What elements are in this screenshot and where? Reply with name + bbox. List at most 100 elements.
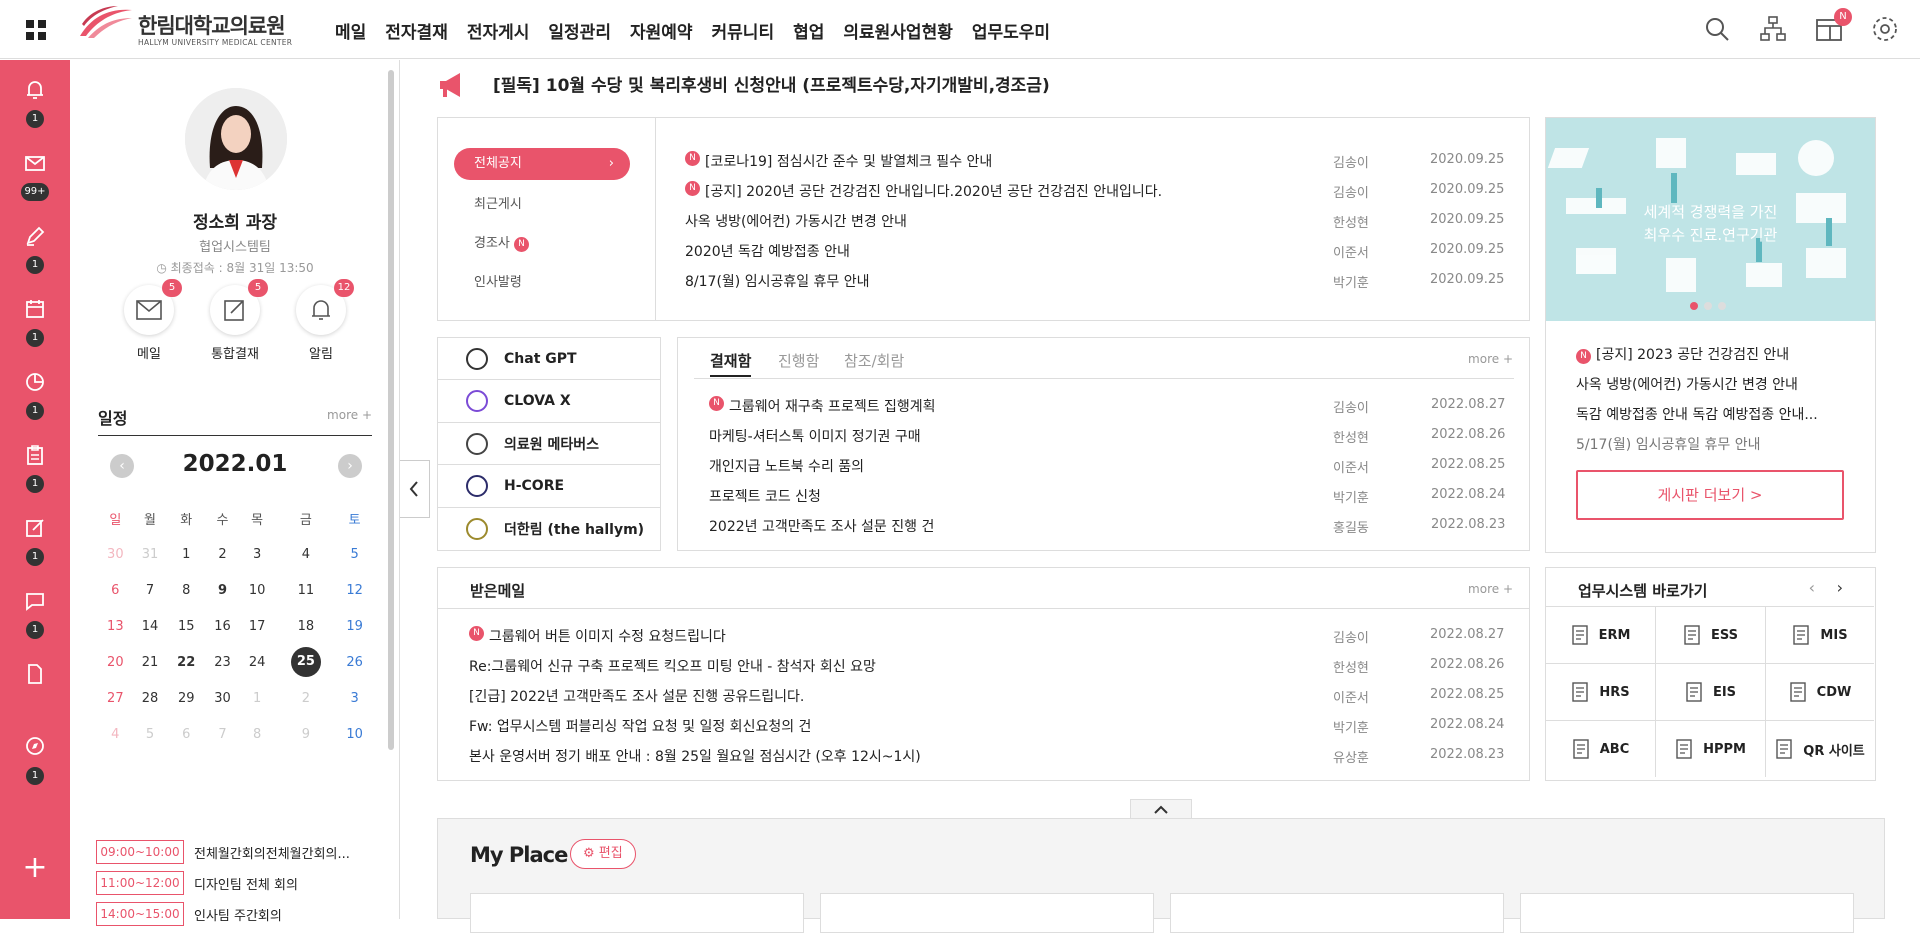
tab-recent[interactable]: 최근게시 [474,193,522,212]
calendar-day[interactable]: 6 [98,572,133,608]
tab-reference[interactable]: 참조/회람 [844,350,904,371]
nav-item-community[interactable]: 커뮤니티 [712,18,775,43]
calendar-day[interactable]: 20 [98,644,133,680]
banner-list-item[interactable]: 5/17(월) 임시공휴일 휴무 안내 [1576,434,1761,454]
quickbar-item[interactable]: 1 [0,370,70,420]
shortcut-item[interactable]: Chat GPT [438,338,660,380]
calendar-day[interactable]: 9 [274,716,337,752]
quick-mail[interactable]: 5 메일 [124,279,182,362]
nav-item-help[interactable]: 업무도우미 [972,18,1050,43]
notice-title[interactable]: [필독] 10월 수당 및 복리후생비 신청안내 (프로젝트수당,자기개발비,경… [493,71,1050,96]
myplace-card[interactable] [1170,893,1504,933]
list-item-title[interactable]: 마케팅-셔터스톡 이미지 정기권 구매 [709,426,1229,446]
calendar-day[interactable]: 3 [240,536,275,572]
tab-approval-box[interactable]: 결재함 [710,350,752,377]
tab-in-progress[interactable]: 진행함 [778,350,819,371]
nav-item-mail[interactable]: 메일 [335,18,366,43]
nav-item-resource[interactable]: 자원예약 [630,18,693,43]
calendar-day[interactable]: 27 [98,680,133,716]
board-more-button[interactable]: 게시판 더보기 > [1576,470,1844,520]
calendar-day[interactable]: 30 [98,536,133,572]
calendar-day[interactable]: 2 [274,680,337,716]
shortcut-item[interactable]: 더한림 (the hallym) [438,508,660,550]
event-item[interactable]: 11:00~12:00 디자인팀 전체 회의 [96,871,364,895]
list-item-title[interactable]: Re:그룹웨어 신규 구축 프로젝트 킥오프 미팅 안내 - 참석자 회신 요망 [469,656,1169,676]
myplace-edit-button[interactable]: ⚙ 편집 [570,839,636,869]
quickbar-item[interactable]: 1 [0,78,70,128]
quickbar-item[interactable]: 99+ [0,151,70,201]
next-month-button[interactable]: › [338,454,362,478]
quickbar-item[interactable]: 1 [0,297,70,347]
list-item-title[interactable]: N [공지] 2020년 공단 건강검진 안내입니다.2020년 공단 건강검진 … [685,181,1285,201]
list-item-title[interactable]: 개인지급 노트북 수리 품의 [709,456,1229,476]
calendar-day[interactable]: 18 [274,608,337,644]
list-item-title[interactable]: 2022년 고객만족도 조사 설문 진행 건 [709,516,1229,536]
system-link[interactable]: HPPM [1656,720,1766,777]
calendar-day[interactable]: 16 [205,608,240,644]
list-item-title[interactable]: 본사 운영서버 정기 배포 안내 : 8월 25일 월요일 점심시간 (오후 1… [469,746,1169,766]
system-link[interactable]: MIS [1766,606,1874,663]
calendar-day[interactable]: 1 [167,536,205,572]
calendar-day[interactable]: 31 [133,536,168,572]
system-link[interactable]: ABC [1546,720,1656,777]
calendar-day[interactable]: 10 [240,572,275,608]
calendar-day[interactable]: 3 [337,680,372,716]
calendar-widget-icon[interactable]: N [1814,8,1852,44]
calendar-day[interactable]: 25 [274,644,337,680]
calendar-day[interactable]: 29 [167,680,205,716]
calendar-day[interactable]: 7 [133,572,168,608]
shortcut-item[interactable]: H-CORE [438,466,660,508]
calendar-day[interactable]: 6 [167,716,205,752]
banner-list-item[interactable]: 사옥 냉방(에어컨) 가동시간 변경 안내 [1576,374,1798,394]
calendar-day[interactable]: 13 [98,608,133,644]
banner-list-item[interactable]: 독감 예방접종 안내 독감 예방접종 안내... [1576,404,1818,424]
calendar-day[interactable]: 2 [205,536,240,572]
org-chart-icon[interactable] [1758,14,1788,44]
calendar-day[interactable]: 8 [167,572,205,608]
nav-item-schedule[interactable]: 일정관리 [548,18,611,43]
quickbar-item[interactable]: 1 [0,516,70,566]
calendar-day[interactable]: 1 [240,680,275,716]
calendar-day[interactable]: 14 [133,608,168,644]
mail-more[interactable]: more + [1468,582,1513,596]
approval-more[interactable]: more + [1468,352,1513,366]
nav-item-approval[interactable]: 전자결재 [385,18,448,43]
calendar-day[interactable]: 5 [133,716,168,752]
quickbar-item[interactable]: 1 [0,224,70,274]
calendar-day[interactable]: 17 [240,608,275,644]
calendar-day[interactable]: 30 [205,680,240,716]
nav-item-board[interactable]: 전자게시 [467,18,530,43]
banner-list-item[interactable]: N [공지] 2023 공단 건강검진 안내 [1576,344,1789,364]
calendar-day[interactable]: 9 [205,572,240,608]
settings-gear-icon[interactable] [1870,14,1900,44]
list-item-title[interactable]: 사옥 냉방(에어컨) 가동시간 변경 안내 [685,211,1285,231]
list-item-title[interactable]: 8/17(월) 임시공휴일 휴무 안내 [685,271,1285,291]
calendar-day[interactable]: 24 [240,644,275,680]
nav-item-collab[interactable]: 협업 [793,18,824,43]
list-item-title[interactable]: N [코로나19] 점심시간 준수 및 발열체크 필수 안내 [685,151,1285,171]
banner-image[interactable]: 세계적 경쟁력을 가진 최우수 진료.연구기관 [1546,118,1875,321]
add-button[interactable]: + [0,850,70,885]
event-item[interactable]: 09:00~10:00 전체월간회의전체월간회의... [96,840,364,864]
list-item-title[interactable]: Fw: 업무시스템 퍼블리싱 작업 요청 및 일정 회신요청의 건 [469,716,1169,736]
calendar-day[interactable]: 19 [337,608,372,644]
calendar-day[interactable]: 4 [98,716,133,752]
quick-alarm[interactable]: 12 알림 [296,279,354,362]
app-grid-icon[interactable] [26,20,46,40]
calendar-day[interactable]: 7 [205,716,240,752]
quickbar-item[interactable]: 1 [0,589,70,639]
calendar-day[interactable]: 12 [337,572,372,608]
collapse-panel-button[interactable] [400,460,430,518]
calendar-day[interactable]: 22 [167,644,205,680]
search-icon[interactable] [1702,14,1732,44]
myplace-card[interactable] [1520,893,1854,933]
myplace-card[interactable] [470,893,804,933]
calendar-day[interactable]: 5 [337,536,372,572]
system-link[interactable]: EIS [1656,663,1766,720]
logo[interactable]: 한림대학교의료원 HALLYM UNIVERSITY MEDICAL CENTE… [78,6,293,50]
calendar-day[interactable]: 15 [167,608,205,644]
calendar-day[interactable]: 10 [337,716,372,752]
calendar-day[interactable]: 11 [274,572,337,608]
schedule-more[interactable]: more + [327,408,372,422]
quickbar-item[interactable]: 1 [0,735,70,785]
